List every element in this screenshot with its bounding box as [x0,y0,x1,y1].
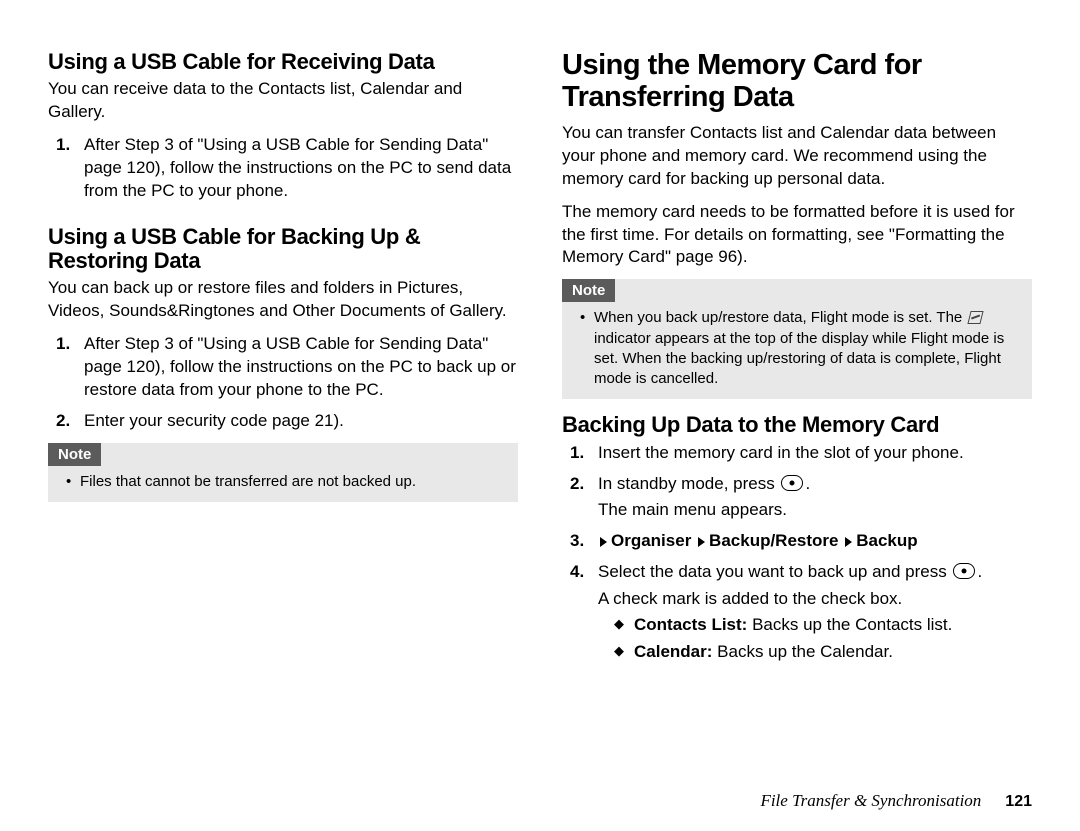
step-item: Organiser Backup/Restore Backup [562,530,1032,553]
center-button-icon [781,475,803,491]
step-item: Select the data you want to back up and … [562,561,1032,664]
heading-usb-backup: Using a USB Cable for Backing Up & Resto… [48,225,518,273]
backup-option: Calendar: Backs up the Calendar. [634,640,1032,665]
step-text: . [805,474,810,493]
two-column-layout: Using a USB Cable for Receiving Data You… [48,50,1032,785]
nav-separator-icon [845,537,852,547]
step-text: . [977,562,982,581]
note-text-post: indicator appears at the top of the disp… [594,330,1004,388]
note-list: When you back up/restore data, Flight mo… [562,308,1032,389]
nav-separator-icon [698,537,705,547]
backup-option: Contacts List: Backs up the Contacts lis… [634,613,1032,638]
footer-section-title: File Transfer & Synchronisation [760,791,981,811]
step-item: Enter your security code page 21). [48,410,518,433]
note-box: Note Files that cannot be transferred ar… [48,443,518,502]
step-item: Insert the memory card in the slot of yo… [562,442,1032,465]
option-label: Calendar: [634,642,712,661]
steps-usb-backup: After Step 3 of "Using a USB Cable for S… [48,333,518,433]
note-list: Files that cannot be transferred are not… [48,472,518,492]
steps-backup-card: Insert the memory card in the slot of yo… [562,442,1032,665]
heading-backup-to-card: Backing Up Data to the Memory Card [562,413,1032,437]
note-box: Note When you back up/restore data, Flig… [562,279,1032,399]
steps-usb-receive: After Step 3 of "Using a USB Cable for S… [48,134,518,203]
nav-segment: Organiser [611,531,691,550]
intro-usb-backup: You can back up or restore files and fol… [48,277,518,323]
intro-memory-card: You can transfer Contacts list and Calen… [562,122,1032,191]
manual-page: Using a USB Cable for Receiving Data You… [0,0,1080,831]
format-memory-card: The memory card needs to be formatted be… [562,201,1032,270]
step-text: Select the data you want to back up and … [598,562,951,581]
intro-usb-receive: You can receive data to the Contacts lis… [48,78,518,124]
heading-memory-card: Using the Memory Card for Transferring D… [562,50,1032,114]
step-extra: The main menu appears. [598,499,1032,522]
heading-usb-receive: Using a USB Cable for Receiving Data [48,50,518,74]
right-column: Using the Memory Card for Transferring D… [562,50,1032,785]
step-item: After Step 3 of "Using a USB Cable for S… [48,134,518,203]
page-footer: File Transfer & Synchronisation 121 [48,785,1032,811]
center-button-icon [953,563,975,579]
option-label: Contacts List: [634,615,747,634]
note-label: Note [562,279,615,302]
option-text: Backs up the Calendar. [712,642,893,661]
nav-path: Organiser Backup/Restore Backup [598,531,918,550]
note-item: When you back up/restore data, Flight mo… [594,308,1014,389]
nav-separator-icon [600,537,607,547]
step-item: After Step 3 of "Using a USB Cable for S… [48,333,518,402]
nav-segment: Backup [856,531,917,550]
option-text: Backs up the Contacts list. [747,615,952,634]
note-label: Note [48,443,101,466]
backup-options-list: Contacts List: Backs up the Contacts lis… [598,613,1032,664]
page-number: 121 [1005,793,1032,811]
flight-mode-icon [968,310,982,324]
note-item: Files that cannot be transferred are not… [80,472,500,492]
note-text-pre: When you back up/restore data, Flight mo… [594,309,966,326]
step-text: In standby mode, press [598,474,779,493]
step-extra: A check mark is added to the check box. [598,588,1032,611]
step-item: In standby mode, press . The main menu a… [562,473,1032,523]
left-column: Using a USB Cable for Receiving Data You… [48,50,518,785]
nav-segment: Backup/Restore [709,531,838,550]
